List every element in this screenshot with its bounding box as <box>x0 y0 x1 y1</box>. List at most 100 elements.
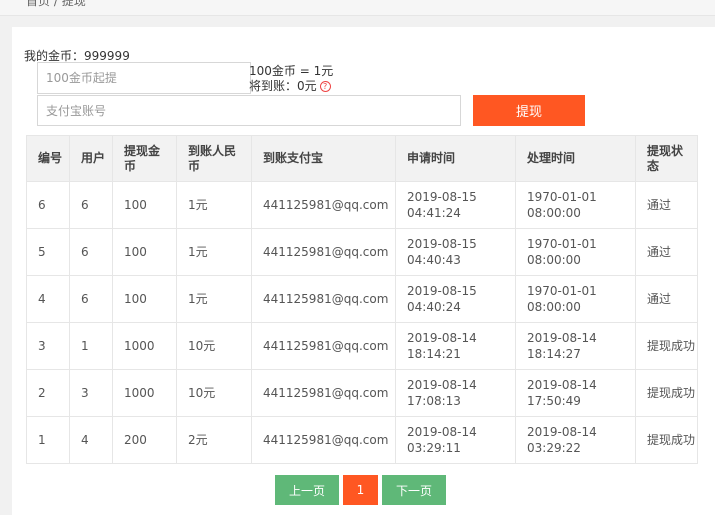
page-1-button[interactable]: 1 <box>343 475 378 505</box>
cell-rmb: 1元 <box>176 228 252 276</box>
cell-status: 提现成功 <box>635 416 698 464</box>
cell-apply-time: 2019-08-15 04:40:43 <box>395 228 516 276</box>
cell-status: 通过 <box>635 181 698 229</box>
cell-alipay: 441125981@qq.com <box>251 228 396 276</box>
apply-clock: 04:40:24 <box>407 300 461 314</box>
cell-coins: 100 <box>112 275 177 323</box>
col-header-rmb: 到账人民币 <box>176 135 252 182</box>
table-row: 2 3 1000 10元 441125981@qq.com 2019-08-14… <box>26 369 698 417</box>
alipay-account-input[interactable] <box>37 95 461 126</box>
cell-user: 3 <box>69 369 113 417</box>
cell-user: 4 <box>69 416 113 464</box>
cell-apply-time: 2019-08-14 18:14:21 <box>395 322 516 370</box>
process-clock: 08:00:00 <box>527 300 581 314</box>
cell-process-time: 1970-01-01 08:00:00 <box>515 275 636 323</box>
cell-coins: 200 <box>112 416 177 464</box>
cell-user: 1 <box>69 322 113 370</box>
table-header: 编号 用户 提现金币 到账人民币 到账支付宝 申请时间 处理时间 提现状态 <box>26 135 698 182</box>
apply-clock: 17:08:13 <box>407 394 461 408</box>
cell-alipay: 441125981@qq.com <box>251 322 396 370</box>
question-circle-icon[interactable]: ? <box>319 81 331 92</box>
process-clock: 08:00:00 <box>527 206 581 220</box>
table-row: 5 6 100 1元 441125981@qq.com 2019-08-15 04… <box>26 228 698 276</box>
apply-date: 2019-08-15 <box>407 190 477 204</box>
withdraw-records-table: 编号 用户 提现金币 到账人民币 到账支付宝 申请时间 处理时间 提现状态 6 … <box>26 135 698 464</box>
process-date: 1970-01-01 <box>527 190 597 204</box>
wallet-label: 我的金币： <box>24 49 85 63</box>
col-header-coins: 提现金币 <box>112 135 177 182</box>
cell-user: 6 <box>69 181 113 229</box>
breadcrumb-home[interactable]: 首页 <box>26 0 50 8</box>
cell-id: 3 <box>26 322 70 370</box>
table-body: 6 6 100 1元 441125981@qq.com 2019-08-15 04… <box>26 181 698 464</box>
process-clock: 17:50:49 <box>527 394 581 408</box>
apply-clock: 04:40:43 <box>407 253 461 267</box>
receive-label: 将到账：0元 <box>249 79 317 93</box>
top-bar: 首页 / 提现 <box>0 0 715 16</box>
breadcrumb-current: 提现 <box>61 0 86 8</box>
cell-rmb: 1元 <box>176 275 252 323</box>
cell-alipay: 441125981@qq.com <box>251 181 396 229</box>
apply-date: 2019-08-14 <box>407 331 477 345</box>
cell-user: 6 <box>69 228 113 276</box>
cell-id: 6 <box>26 181 70 229</box>
process-date: 2019-08-14 <box>527 331 597 345</box>
col-header-id: 编号 <box>26 135 70 182</box>
process-date: 1970-01-01 <box>527 237 597 251</box>
cell-status: 提现成功 <box>635 322 698 370</box>
cell-coins: 1000 <box>112 322 177 370</box>
table-row: 6 6 100 1元 441125981@qq.com 2019-08-15 04… <box>26 181 698 229</box>
breadcrumb: 首页 / 提现 <box>26 0 86 9</box>
cell-alipay: 441125981@qq.com <box>251 369 396 417</box>
col-header-alipay: 到账支付宝 <box>251 135 396 182</box>
cell-rmb: 2元 <box>176 416 252 464</box>
receive-info: 将到账：0元? <box>249 79 333 94</box>
cell-apply-time: 2019-08-14 17:08:13 <box>395 369 516 417</box>
cell-user: 6 <box>69 275 113 323</box>
withdraw-panel: 我的金币：999999 100金币 = 1元 将到账：0元? 提现 编号 用户 … <box>12 27 715 515</box>
cell-id: 1 <box>26 416 70 464</box>
apply-clock: 18:14:21 <box>407 347 461 361</box>
cell-apply-time: 2019-08-15 04:41:24 <box>395 181 516 229</box>
process-clock: 18:14:27 <box>527 347 581 361</box>
rate-info: 100金币 = 1元 将到账：0元? <box>249 64 333 94</box>
col-header-status: 提现状态 <box>635 135 698 182</box>
process-date: 2019-08-14 <box>527 425 597 439</box>
process-date: 1970-01-01 <box>527 284 597 298</box>
col-header-apply-time: 申请时间 <box>395 135 516 182</box>
cell-status: 提现成功 <box>635 369 698 417</box>
breadcrumb-separator: / <box>53 0 58 8</box>
cell-process-time: 2019-08-14 18:14:27 <box>515 322 636 370</box>
apply-date: 2019-08-15 <box>407 284 477 298</box>
process-clock: 08:00:00 <box>527 253 581 267</box>
apply-date: 2019-08-15 <box>407 237 477 251</box>
cell-status: 通过 <box>635 228 698 276</box>
cell-process-time: 2019-08-14 03:29:22 <box>515 416 636 464</box>
cell-process-time: 2019-08-14 17:50:49 <box>515 369 636 417</box>
amount-input[interactable] <box>37 62 251 94</box>
cell-process-time: 1970-01-01 08:00:00 <box>515 228 636 276</box>
table-row: 3 1 1000 10元 441125981@qq.com 2019-08-14… <box>26 322 698 370</box>
cell-rmb: 10元 <box>176 369 252 417</box>
cell-rmb: 10元 <box>176 322 252 370</box>
table-row: 4 6 100 1元 441125981@qq.com 2019-08-15 04… <box>26 275 698 323</box>
cell-alipay: 441125981@qq.com <box>251 416 396 464</box>
process-clock: 03:29:22 <box>527 441 581 455</box>
cell-id: 5 <box>26 228 70 276</box>
withdraw-button[interactable]: 提现 <box>473 95 585 126</box>
table-row: 1 4 200 2元 441125981@qq.com 2019-08-14 03… <box>26 416 698 464</box>
apply-date: 2019-08-14 <box>407 378 477 392</box>
cell-coins: 100 <box>112 181 177 229</box>
cell-coins: 100 <box>112 228 177 276</box>
rate-text: 100金币 = 1元 <box>249 64 334 78</box>
prev-page-button[interactable]: 上一页 <box>275 475 339 505</box>
cell-apply-time: 2019-08-14 03:29:11 <box>395 416 516 464</box>
cell-alipay: 441125981@qq.com <box>251 275 396 323</box>
wallet-value: 999999 <box>84 49 130 63</box>
cell-process-time: 1970-01-01 08:00:00 <box>515 181 636 229</box>
cell-id: 2 <box>26 369 70 417</box>
col-header-process-time: 处理时间 <box>515 135 636 182</box>
cell-apply-time: 2019-08-15 04:40:24 <box>395 275 516 323</box>
next-page-button[interactable]: 下一页 <box>382 475 446 505</box>
process-date: 2019-08-14 <box>527 378 597 392</box>
